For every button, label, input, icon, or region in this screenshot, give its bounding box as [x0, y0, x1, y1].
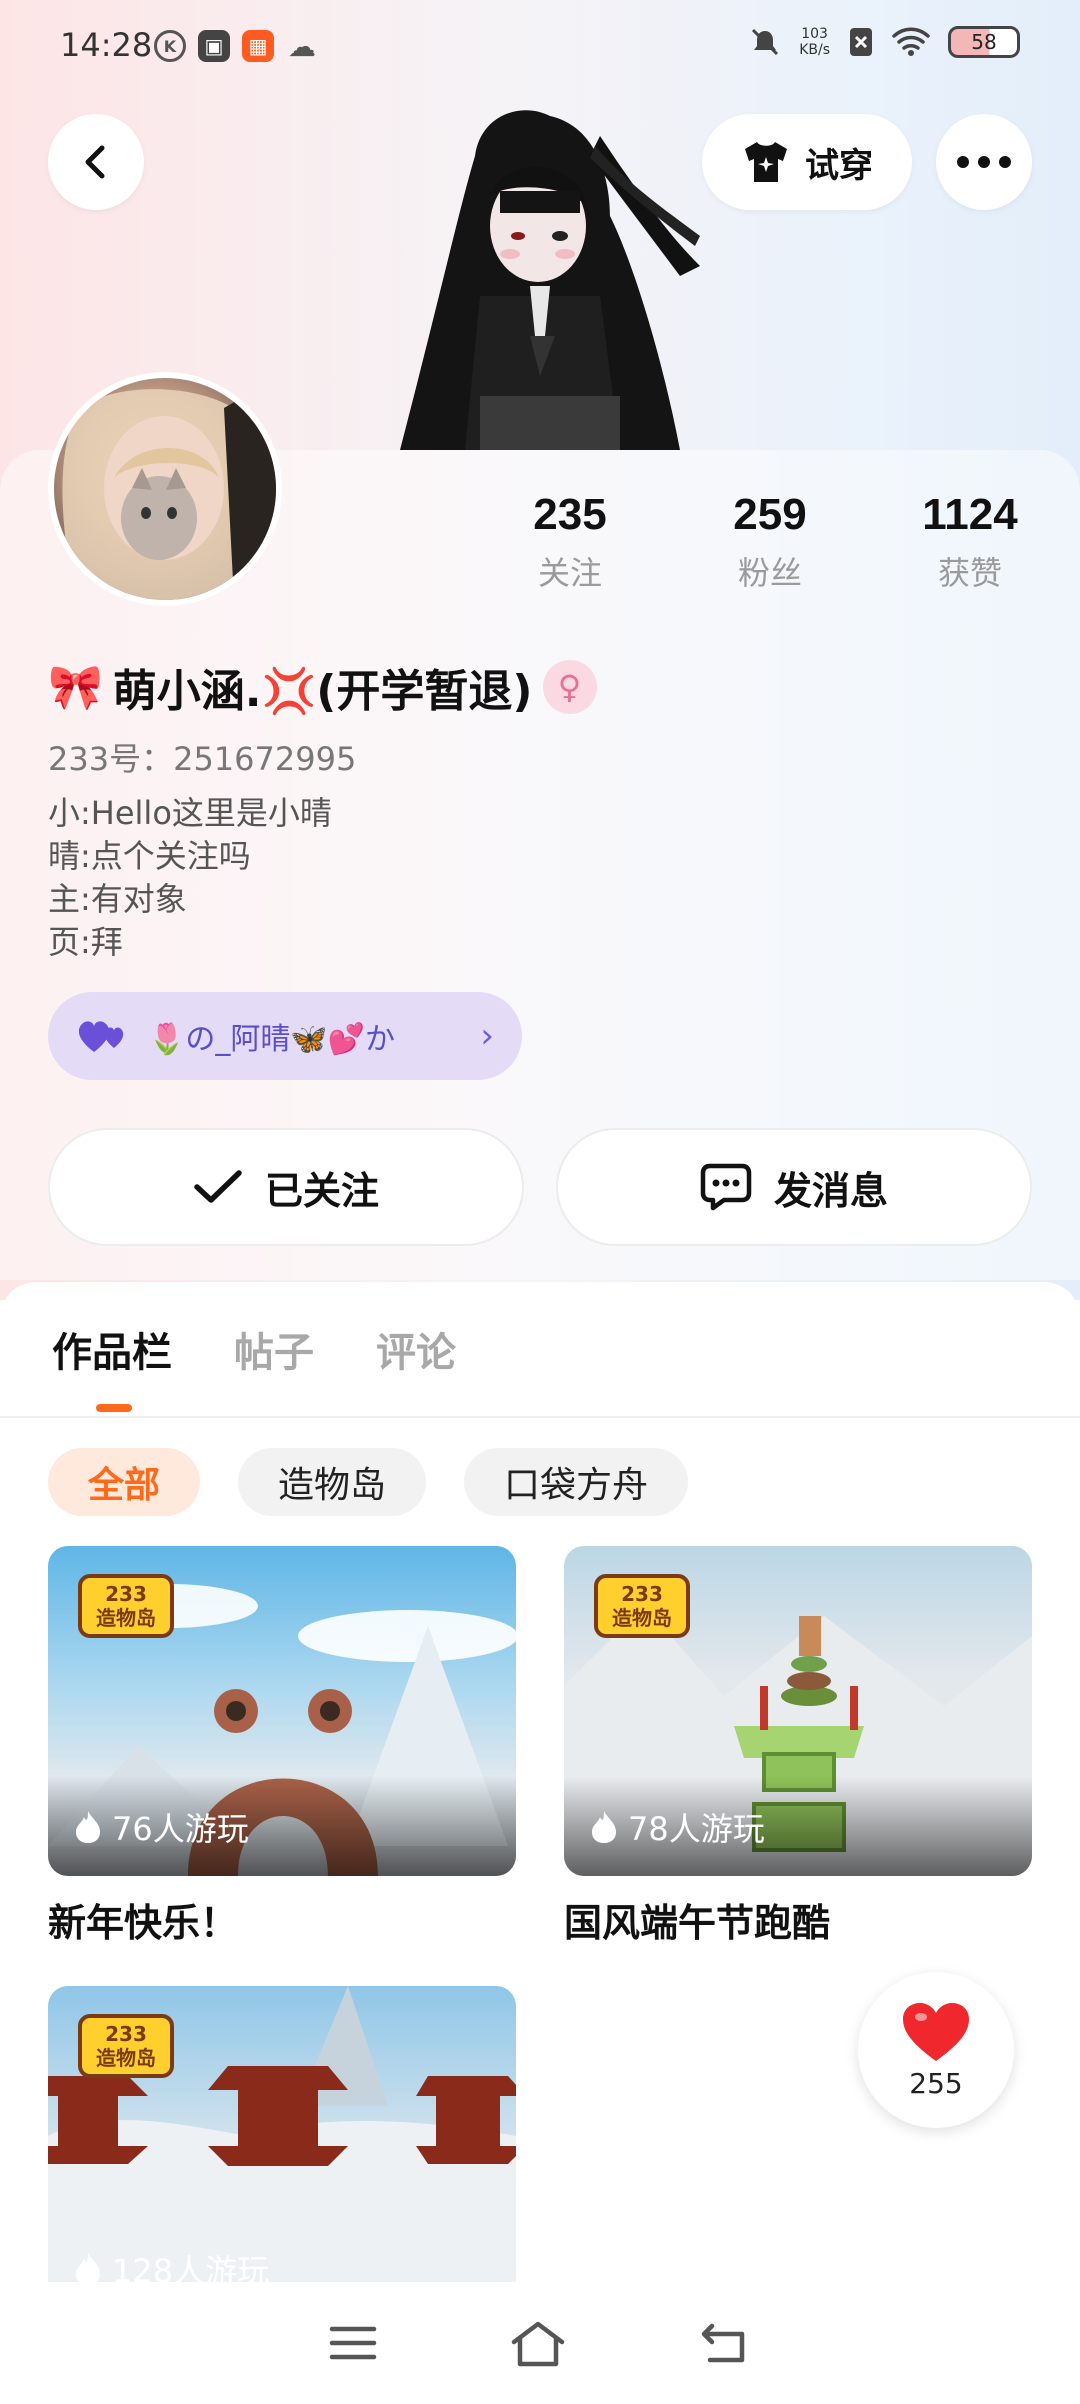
user-avatar[interactable] — [48, 372, 282, 606]
tab-posts[interactable]: 帖子 — [234, 1320, 314, 1378]
work-title: 新年快乐！ — [48, 1901, 239, 1945]
mute-bell-icon — [752, 28, 779, 56]
creation-island-logo: 233 造物岛 — [594, 1574, 690, 1638]
work-card[interactable]: 233 造物岛 78人游玩 国风端午节跑酷 — [564, 1546, 1032, 1947]
status-bar: 14:28 K ▣ ▦ ☁ 103 KB/s 58 — [0, 0, 1080, 96]
user-id[interactable]: 233号：251672995 — [48, 734, 356, 780]
linked-hearts-icon — [78, 1021, 124, 1052]
logo-name: 造物岛 — [612, 1606, 672, 1630]
work-card[interactable]: 233 造物岛 128人游玩 — [48, 1986, 516, 2282]
logo-name: 造物岛 — [96, 1606, 156, 1630]
logo-name: 造物岛 — [96, 2046, 156, 2070]
flame-icon — [76, 1811, 100, 1843]
following-count: 235 — [533, 490, 607, 539]
like-count: 255 — [909, 2066, 963, 2100]
cloud-icon: ☁ — [288, 29, 316, 63]
profile-tabs: 作品栏 帖子 评论 — [52, 1320, 456, 1378]
send-message-button[interactable]: 发消息 — [556, 1128, 1032, 1246]
battery-indicator: 58 — [948, 26, 1020, 58]
play-count: 76人游玩 — [74, 1804, 249, 1850]
net-speed-value: 103 — [801, 26, 828, 42]
work-title: 国风端午节跑酷 — [564, 1901, 831, 1945]
likes-count: 1124 — [922, 490, 1018, 539]
play-count-text: 128人游玩 — [112, 2252, 270, 2282]
chat-bubble-icon — [700, 1163, 752, 1211]
couple-name: 🌷の_阿晴🦋💕か — [148, 1022, 396, 1057]
user-bio: 小:Hello这里是小晴 晴:点个关注吗 主:有对象 页:拜 — [48, 792, 332, 964]
filter-all[interactable]: 全部 — [48, 1448, 201, 1516]
bio-line: 主:有对象 — [48, 880, 187, 918]
back-button[interactable] — [48, 114, 144, 210]
stat-likes[interactable]: 1124 获赞 — [870, 490, 1070, 594]
bio-line: 晴:点个关注吗 — [48, 837, 251, 875]
flame-icon — [592, 1811, 616, 1843]
chevron-right-icon: › — [480, 1016, 494, 1056]
work-thumbnail: 233 造物岛 76人游玩 — [48, 1546, 516, 1876]
status-system-icons: 103 KB/s 58 — [749, 26, 1020, 58]
tab-comments[interactable]: 评论 — [376, 1320, 456, 1378]
send-message-label: 发消息 — [773, 1168, 888, 1213]
flame-icon — [76, 2253, 100, 2282]
checkmark-icon — [194, 1170, 242, 1203]
fans-count: 259 — [733, 490, 807, 539]
system-navigation-bar — [0, 2282, 1080, 2404]
likes-label: 获赞 — [937, 554, 1002, 592]
avatar-character-image — [400, 110, 700, 450]
like-button[interactable]: 255 — [858, 1972, 1014, 2128]
menu-icon[interactable] — [328, 2323, 378, 2363]
tabs-divider — [0, 1416, 1080, 1418]
game-app-icon: ▣ — [198, 30, 230, 62]
store-app-icon: ▦ — [242, 30, 274, 62]
sim-off-icon — [850, 28, 872, 56]
tab-works[interactable]: 作品栏 — [52, 1320, 172, 1378]
profile-stats: 235 关注 259 粉丝 1124 获赞 — [470, 490, 1070, 594]
play-count: 78人游玩 — [590, 1804, 765, 1850]
work-card[interactable]: 233 造物岛 76人游玩 新年快乐！ — [48, 1546, 516, 1947]
status-app-icons: K ▣ ▦ ☁ — [154, 29, 318, 63]
k-app-icon: K — [154, 30, 186, 62]
try-on-label: 试穿 — [805, 145, 873, 186]
home-icon[interactable] — [508, 2318, 568, 2368]
wifi-icon — [892, 27, 930, 56]
bio-line: 页:拜 — [48, 923, 123, 961]
following-label: 关注 — [537, 554, 602, 592]
logo-number: 233 — [621, 1582, 663, 1606]
creation-island-logo: 233 造物岛 — [78, 2014, 174, 2078]
play-count-text: 76人游玩 — [112, 1810, 249, 1848]
status-time: 14:28 — [60, 26, 153, 64]
work-thumbnail: 233 造物岛 78人游玩 — [564, 1546, 1032, 1876]
filter-pocket-ark[interactable]: 口袋方舟 — [464, 1448, 689, 1516]
active-tab-indicator — [96, 1404, 132, 1412]
followed-button[interactable]: 已关注 — [48, 1128, 524, 1246]
filter-creation-island[interactable]: 造物岛 — [238, 1448, 427, 1516]
more-options-button[interactable] — [936, 114, 1032, 210]
back-nav-icon[interactable] — [698, 2320, 752, 2366]
work-thumbnail: 233 造物岛 128人游玩 — [48, 1986, 516, 2282]
followed-label: 已关注 — [264, 1168, 379, 1213]
bow-emoji: 🎀 — [48, 662, 103, 713]
work-filters: 全部 造物岛 口袋方舟 — [48, 1448, 689, 1516]
back-arrow-icon — [85, 145, 105, 179]
heart-icon — [903, 2002, 969, 2061]
play-count: 128人游玩 — [74, 2246, 269, 2282]
couple-relation-pill[interactable]: 🌷の_阿晴🦋💕か › — [48, 992, 522, 1080]
play-count-text: 78人游玩 — [628, 1810, 765, 1848]
fans-label: 粉丝 — [737, 554, 802, 592]
net-speed-unit: KB/s — [799, 42, 830, 58]
stat-following[interactable]: 235 关注 — [470, 490, 670, 594]
try-on-button[interactable]: 试穿 — [702, 114, 912, 210]
shirt-icon — [745, 142, 787, 182]
female-gender-icon: ♀ — [542, 660, 597, 714]
username: 萌小涵.💢(开学暂退) — [112, 666, 533, 717]
logo-number: 233 — [105, 2022, 147, 2046]
username-row: 🎀 萌小涵.💢(开学暂退) ♀ — [48, 655, 597, 719]
net-speed: 103 KB/s — [799, 26, 830, 58]
creation-island-logo: 233 造物岛 — [78, 1574, 174, 1638]
bio-line: 小:Hello这里是小晴 — [48, 794, 332, 832]
works-section: 作品栏 帖子 评论 全部 造物岛 口袋方舟 233 造物岛 76人游玩 新年快乐… — [0, 1282, 1080, 2282]
logo-number: 233 — [105, 1582, 147, 1606]
more-dots-icon — [957, 156, 1011, 168]
avatar-photo — [62, 378, 276, 600]
stat-fans[interactable]: 259 粉丝 — [670, 490, 870, 594]
